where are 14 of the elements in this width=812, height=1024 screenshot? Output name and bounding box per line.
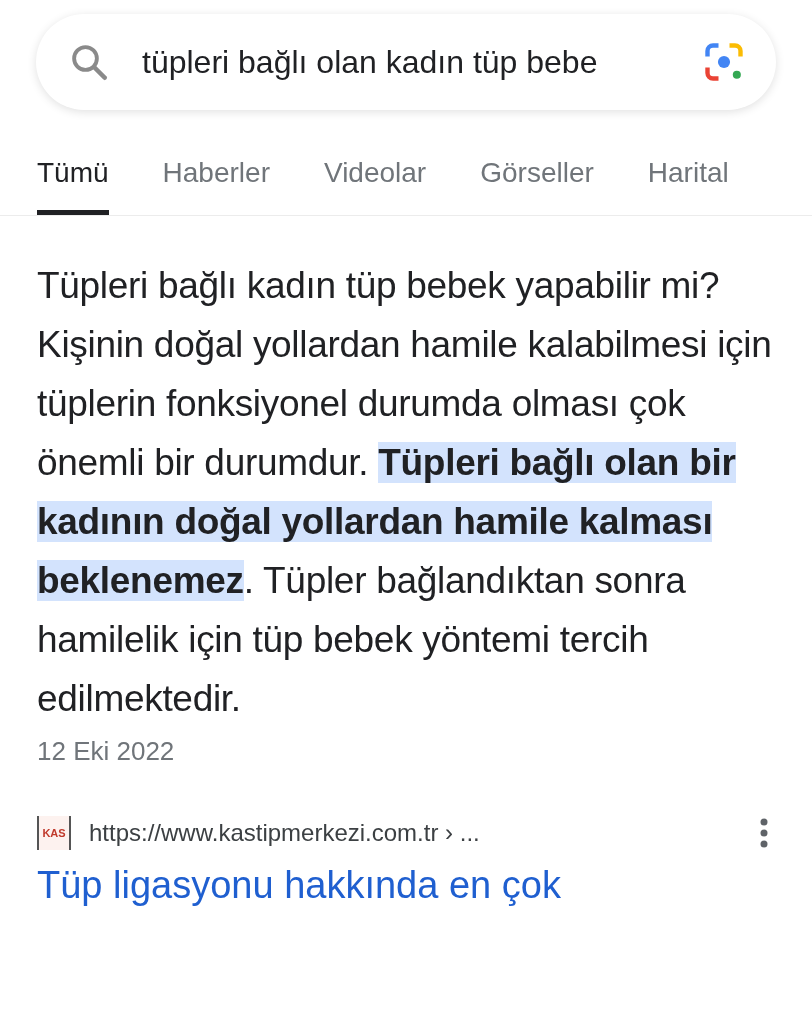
camera-lens-icon[interactable] xyxy=(702,40,746,84)
search-query[interactable]: tüpleri bağlı olan kadın tüp bebe xyxy=(142,38,682,86)
search-bar[interactable]: tüpleri bağlı olan kadın tüp bebe xyxy=(36,14,776,110)
tab[interactable]: Haberler xyxy=(162,152,270,215)
tab[interactable]: Görseller xyxy=(480,152,594,215)
site-favicon: KAS xyxy=(37,816,71,850)
result-url[interactable]: https://www.kastipmerkezi.com.tr › ... xyxy=(89,815,759,851)
snippet-date: 12 Eki 2022 xyxy=(37,735,176,768)
result-title-link[interactable]: Tüp ligasyonu hakkında en çok xyxy=(37,857,775,914)
more-options-icon[interactable] xyxy=(759,818,769,848)
tab[interactable]: Tümü xyxy=(37,152,109,215)
tab[interactable]: Videolar xyxy=(323,152,427,215)
snippet-text: Tüpleri bağlı kadın tüp bebek yapabilir mi? Kişinin doğal yollardan hamile kalabilmesi için tüplerin fonksiyonel durumda olması çok önemli bir durumdur. Tüpleri bağlı olan bir kadının doğal yollardan hamile kalması beklenemez. Tüpler bağlandıktan sonra hamilelik için tüp bebek yöntemi tercih edilmektedir. xyxy=(37,264,773,721)
tab[interactable]: Harital xyxy=(647,152,729,215)
